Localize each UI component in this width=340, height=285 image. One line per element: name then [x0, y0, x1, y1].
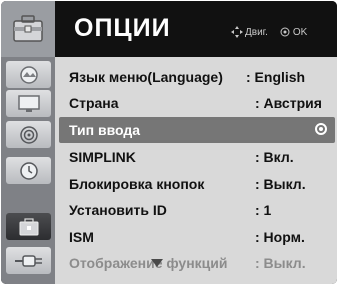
monitor-icon: [17, 94, 40, 112]
options-list: Язык меню(Language) : English Страна : А…: [55, 57, 337, 284]
menu-item-value: : Выкл.: [255, 176, 306, 192]
picture-icon: [19, 65, 38, 84]
menu-item-label: ISM: [69, 229, 94, 245]
tab-time[interactable]: [6, 157, 51, 184]
page-title: ОПЦИИ: [74, 14, 171, 42]
ok-button-icon: [280, 27, 290, 37]
options-icon: [19, 217, 38, 235]
menu-item-key-lock[interactable]: Блокировка кнопок : Выкл.: [59, 171, 335, 197]
scroll-down-icon[interactable]: [151, 259, 163, 267]
menu-item-value: : Австрия: [255, 95, 322, 111]
menu-item-label: Блокировка кнопок: [69, 176, 205, 192]
rail-header: [1, 1, 55, 57]
tab-audio[interactable]: [6, 121, 51, 148]
menu-item-input-type[interactable]: Тип ввода: [59, 117, 335, 143]
menu-item-value: : English: [246, 69, 306, 85]
menu-item-label: Язык меню(Language): [69, 69, 223, 85]
menu-item-value: : 1: [255, 202, 272, 218]
menu-item-demo-mode[interactable]: Отображение функций : Выкл.: [59, 250, 335, 276]
menu-item-value: : Выкл.: [255, 255, 306, 271]
menu-item-country[interactable]: Страна : Австрия: [59, 90, 335, 116]
hint-move-label: Двиг.: [245, 26, 268, 38]
menu-item-set-id[interactable]: Установить ID : 1: [59, 197, 335, 223]
menu-item-value: : Норм.: [255, 229, 305, 245]
tab-input[interactable]: [6, 247, 51, 274]
menu-item-language[interactable]: Язык меню(Language) : English: [59, 64, 335, 90]
tab-options[interactable]: [6, 213, 51, 240]
menu-item-ism[interactable]: ISM : Норм.: [59, 224, 335, 250]
menu-item-label: Установить ID: [69, 202, 167, 218]
options-toolbox-icon: [13, 15, 43, 42]
key-hints: Двиг. OK: [231, 26, 307, 38]
menu-item-label: Отображение функций: [69, 255, 228, 271]
menu-item-label: Тип ввода: [69, 122, 141, 138]
menu-header: ОПЦИИ Двиг. OK: [55, 1, 337, 57]
menu-item-label: SIMPLINK: [69, 149, 136, 165]
menu-item-simplink[interactable]: SIMPLINK : Вкл.: [59, 144, 335, 170]
menu-item-label: Страна: [69, 95, 119, 111]
clock-icon: [19, 161, 38, 180]
input-plug-icon: [14, 254, 42, 267]
options-osd-window: ОПЦИИ Двиг. OK Язык меню(Language) : Eng…: [1, 1, 337, 284]
navigate-arrows-icon: [231, 26, 243, 38]
tab-screen[interactable]: [6, 90, 51, 117]
audio-icon: [19, 125, 38, 144]
hint-ok-label: OK: [292, 26, 308, 38]
menu-category-rail: [1, 1, 55, 284]
radio-selected-icon: [315, 123, 327, 135]
menu-item-value: : Вкл.: [255, 149, 294, 165]
tab-picture[interactable]: [6, 61, 51, 88]
